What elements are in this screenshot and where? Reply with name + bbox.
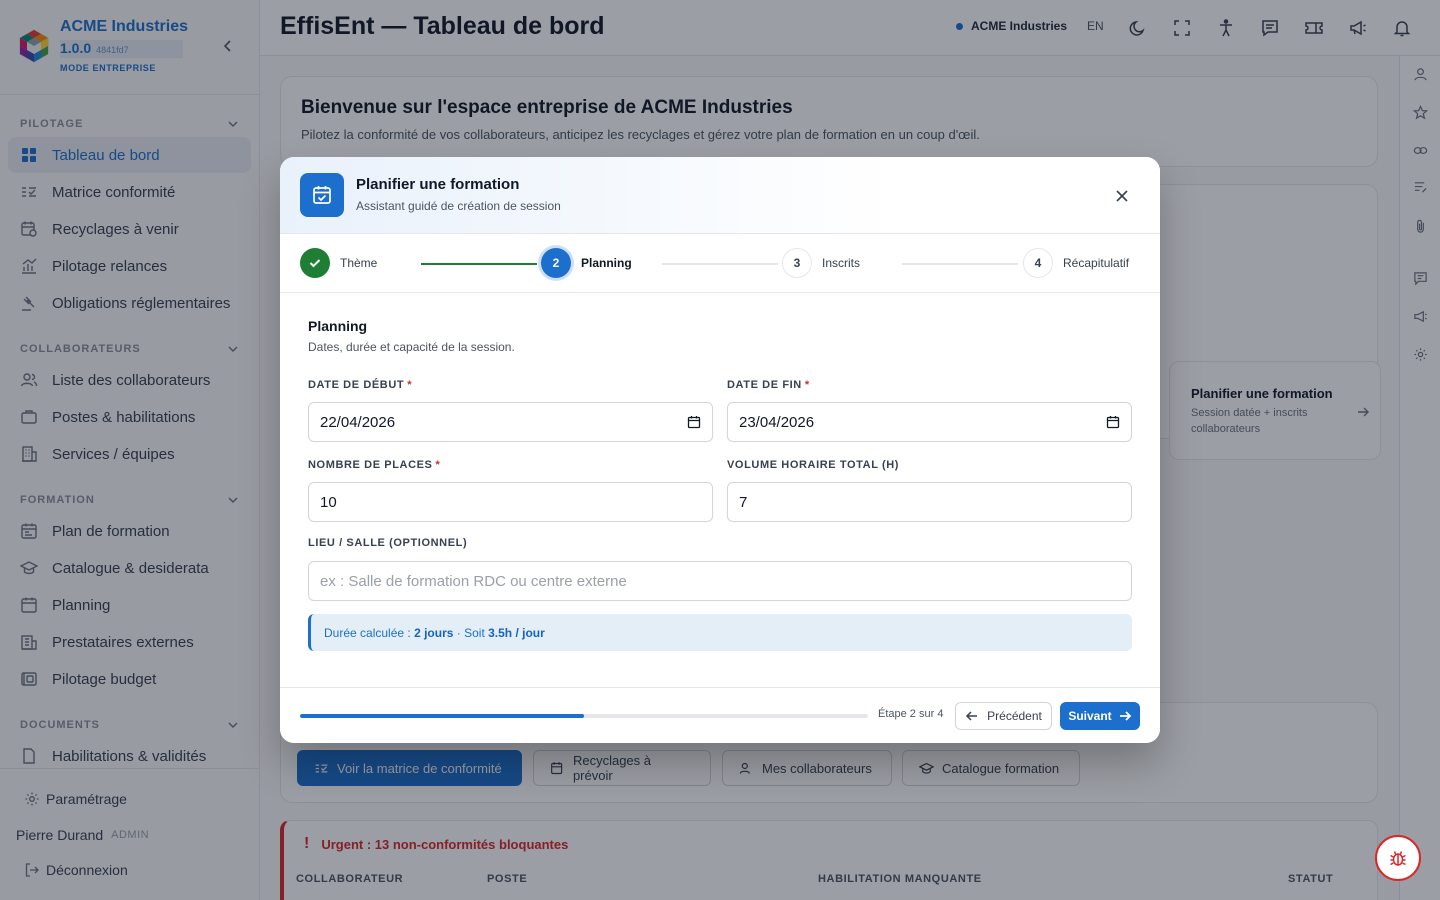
step-label: Inscrits <box>822 256 861 270</box>
location-label: LIEU / SALLE (OPTIONNEL) <box>308 537 468 549</box>
seats-label: NOMBRE DE PLACES * <box>308 459 440 471</box>
duration-middle: · Soit <box>456 625 485 640</box>
location-input[interactable] <box>320 572 1120 590</box>
seats-value: 10 <box>320 493 337 511</box>
modal-subtitle: Assistant guidé de création de session <box>356 199 561 213</box>
plan-formation-modal: Planifier une formation Assistant guidé … <box>280 157 1160 743</box>
duration-prefix: Durée calculée : <box>324 625 411 640</box>
step-number: 3 <box>782 248 812 278</box>
end-date-input[interactable]: 23/04/2026 <box>727 402 1132 442</box>
wizard-progress-fill <box>300 714 584 718</box>
step-connector <box>421 263 537 265</box>
wizard-progress-bar <box>300 714 868 718</box>
seats-input[interactable]: 10 <box>308 482 713 522</box>
step-connector <box>902 263 1018 265</box>
modal-footer: Étape 2 sur 4 Précédent Suivant <box>280 687 1160 743</box>
seats-label-text: NOMBRE DE PLACES <box>308 459 433 471</box>
wizard-stepper: Thème 2 Planning 3 Inscrits 4 Récapitula… <box>280 234 1160 293</box>
calendar-icon[interactable] <box>687 415 701 429</box>
step-label: Planning <box>581 256 632 270</box>
start-date-input[interactable]: 22/04/2026 <box>308 402 713 442</box>
hours-value: 7 <box>739 493 748 511</box>
step-number: 4 <box>1023 248 1053 278</box>
hours-label: VOLUME HORAIRE TOTAL (H) <box>727 459 900 471</box>
end-date-label-text: DATE DE FIN <box>727 379 802 391</box>
location-field[interactable] <box>308 561 1132 601</box>
close-icon[interactable] <box>1112 186 1132 206</box>
previous-button[interactable]: Précédent <box>955 702 1052 730</box>
previous-label: Précédent <box>987 709 1042 723</box>
bug-report-button[interactable] <box>1375 835 1421 881</box>
duration-info-box: Durée calculée : 2 jours · Soit 3.5h / j… <box>308 614 1132 651</box>
check-icon <box>300 248 330 278</box>
step-planning[interactable]: 2 Planning <box>541 248 632 278</box>
hours-input[interactable]: 7 <box>727 482 1132 522</box>
start-date-label-text: DATE DE DÉBUT <box>308 379 405 391</box>
step-counter: Étape 2 sur 4 <box>878 708 944 720</box>
required-marker: * <box>804 379 810 391</box>
arrow-left-icon <box>966 711 978 721</box>
modal-header: Planifier une formation Assistant guidé … <box>280 157 1160 234</box>
step-recapitulatif[interactable]: 4 Récapitulatif <box>1023 248 1129 278</box>
calendar-icon[interactable] <box>1106 415 1120 429</box>
arrow-right-icon <box>1119 711 1131 721</box>
start-date-value: 22/04/2026 <box>320 413 396 431</box>
step-inscrits[interactable]: 3 Inscrits <box>782 248 860 278</box>
next-button[interactable]: Suivant <box>1060 702 1140 730</box>
end-date-value: 23/04/2026 <box>739 413 815 431</box>
step-theme[interactable]: Thème <box>300 248 377 278</box>
section-subtitle: Dates, durée et capacité de la session. <box>308 340 515 354</box>
step-label: Récapitulatif <box>1063 256 1130 270</box>
modal-title: Planifier une formation <box>356 176 520 193</box>
calendar-check-icon <box>300 173 344 217</box>
step-connector <box>662 263 778 265</box>
duration-days: 2 jours <box>414 625 454 640</box>
step-number: 2 <box>541 248 571 278</box>
start-date-label: DATE DE DÉBUT * <box>308 379 412 391</box>
section-title: Planning <box>308 318 368 334</box>
required-marker: * <box>407 379 413 391</box>
duration-per-day: 3.5h / jour <box>488 625 545 640</box>
end-date-label: DATE DE FIN * <box>727 379 810 391</box>
required-marker: * <box>435 459 441 471</box>
next-label: Suivant <box>1068 709 1112 723</box>
step-label: Thème <box>340 256 378 270</box>
bug-icon <box>1390 851 1406 866</box>
